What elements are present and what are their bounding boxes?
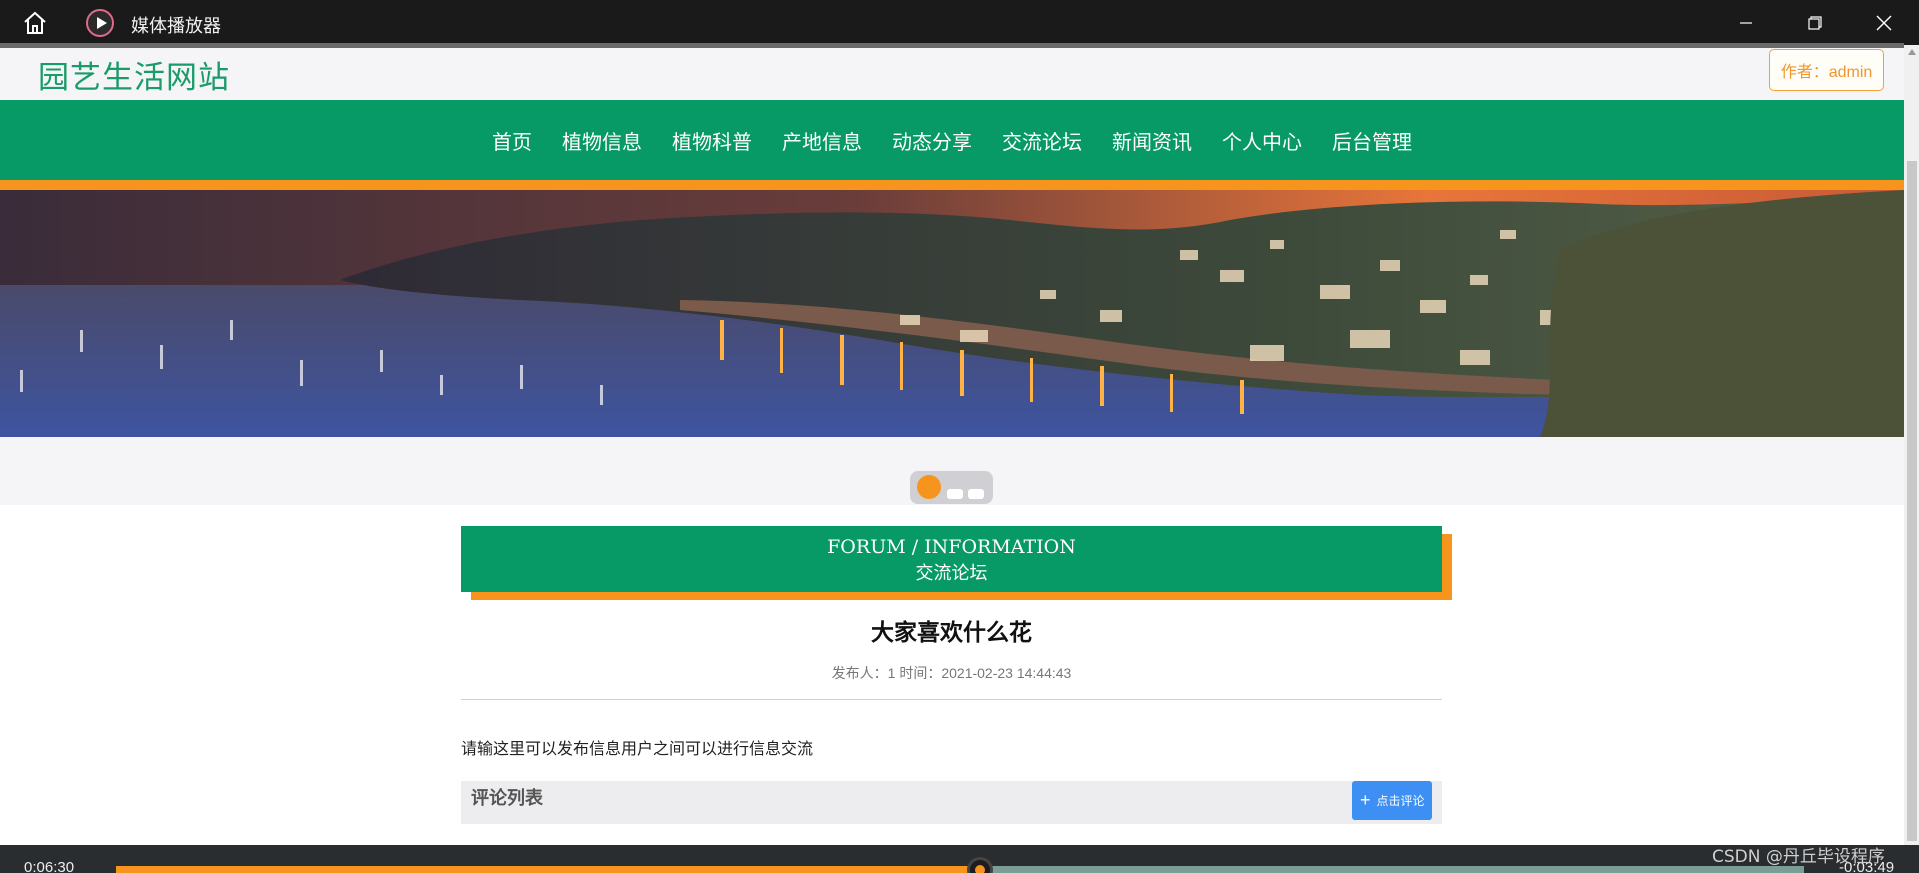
author-badge: 作者：admin: [1769, 49, 1884, 91]
add-comment-button[interactable]: + 点击评论: [1352, 781, 1432, 820]
nav-item-forum[interactable]: 交流论坛: [1002, 126, 1082, 155]
seek-bar-fill: [116, 866, 981, 873]
seek-handle[interactable]: [967, 857, 994, 873]
main-nav: 首页 植物信息 植物科普 产地信息 动态分享 交流论坛 新闻资讯 个人中心 后台…: [0, 100, 1904, 190]
seek-bar[interactable]: [116, 857, 1804, 873]
vertical-scrollbar[interactable]: [1904, 45, 1919, 845]
restore-icon: [1808, 15, 1822, 30]
banner-image[interactable]: [0, 190, 1904, 437]
section-header: FORUM / INFORMATION 交流论坛: [461, 526, 1442, 592]
nav-item-plant-info[interactable]: 植物信息: [562, 126, 642, 155]
post-meta: 发布人：1 时间：2021-02-23 14:44:43: [831, 665, 1072, 681]
nav-item-news[interactable]: 新闻资讯: [1112, 126, 1192, 155]
nav-item-updates[interactable]: 动态分享: [892, 126, 972, 155]
carousel-dot-2[interactable]: [947, 489, 963, 499]
carousel-indicators: [910, 471, 993, 504]
player-controls: 0:06:30 -0:03:49: [0, 845, 1919, 873]
post-title: 大家喜欢什么花: [871, 619, 1032, 645]
scrollbar-thumb[interactable]: [1907, 161, 1917, 841]
site-logo[interactable]: 园艺生活网站: [38, 52, 230, 97]
post-body: 请输这里可以发布信息用户之间可以进行信息交流: [461, 741, 814, 758]
section-title-en: FORUM / INFORMATION: [827, 536, 1076, 558]
nav-item-admin[interactable]: 后台管理: [1332, 126, 1412, 155]
section-title-cn: 交流论坛: [915, 563, 988, 583]
elapsed-time: 0:06:30: [24, 859, 75, 873]
site-header: 园艺生活网站 作者：admin: [0, 48, 1904, 100]
home-icon[interactable]: [22, 11, 48, 35]
watermark: CSDN @丹丘毕设程序: [1712, 847, 1885, 867]
nav-item-origin-info[interactable]: 产地信息: [782, 126, 862, 155]
harbor-town-illustration: [0, 190, 1904, 437]
nav-list: 首页 植物信息 植物科普 产地信息 动态分享 交流论坛 新闻资讯 个人中心 后台…: [0, 100, 1904, 180]
nav-item-plant-science[interactable]: 植物科普: [672, 126, 752, 155]
plus-icon: +: [1360, 790, 1371, 810]
nav-item-home[interactable]: 首页: [492, 126, 532, 155]
add-comment-label: 点击评论: [1376, 794, 1425, 808]
divider: [461, 699, 1442, 700]
nav-item-profile[interactable]: 个人中心: [1222, 126, 1302, 155]
close-button[interactable]: [1850, 0, 1918, 45]
carousel-dot-3[interactable]: [968, 489, 984, 499]
minimize-icon: [1740, 21, 1752, 24]
minimize-button[interactable]: [1712, 0, 1780, 45]
scroll-up-icon[interactable]: [1908, 49, 1916, 55]
comments-header: 评论列表 + 点击评论: [461, 781, 1442, 824]
restore-button[interactable]: [1781, 0, 1849, 45]
window-title-bar: 媒体播放器: [0, 0, 1919, 45]
comments-heading: 评论列表: [471, 788, 543, 808]
carousel-dot-1[interactable]: [917, 475, 941, 499]
window-title: 媒体播放器: [131, 16, 221, 36]
media-player-icon: [86, 9, 114, 37]
close-icon: [1876, 15, 1892, 30]
